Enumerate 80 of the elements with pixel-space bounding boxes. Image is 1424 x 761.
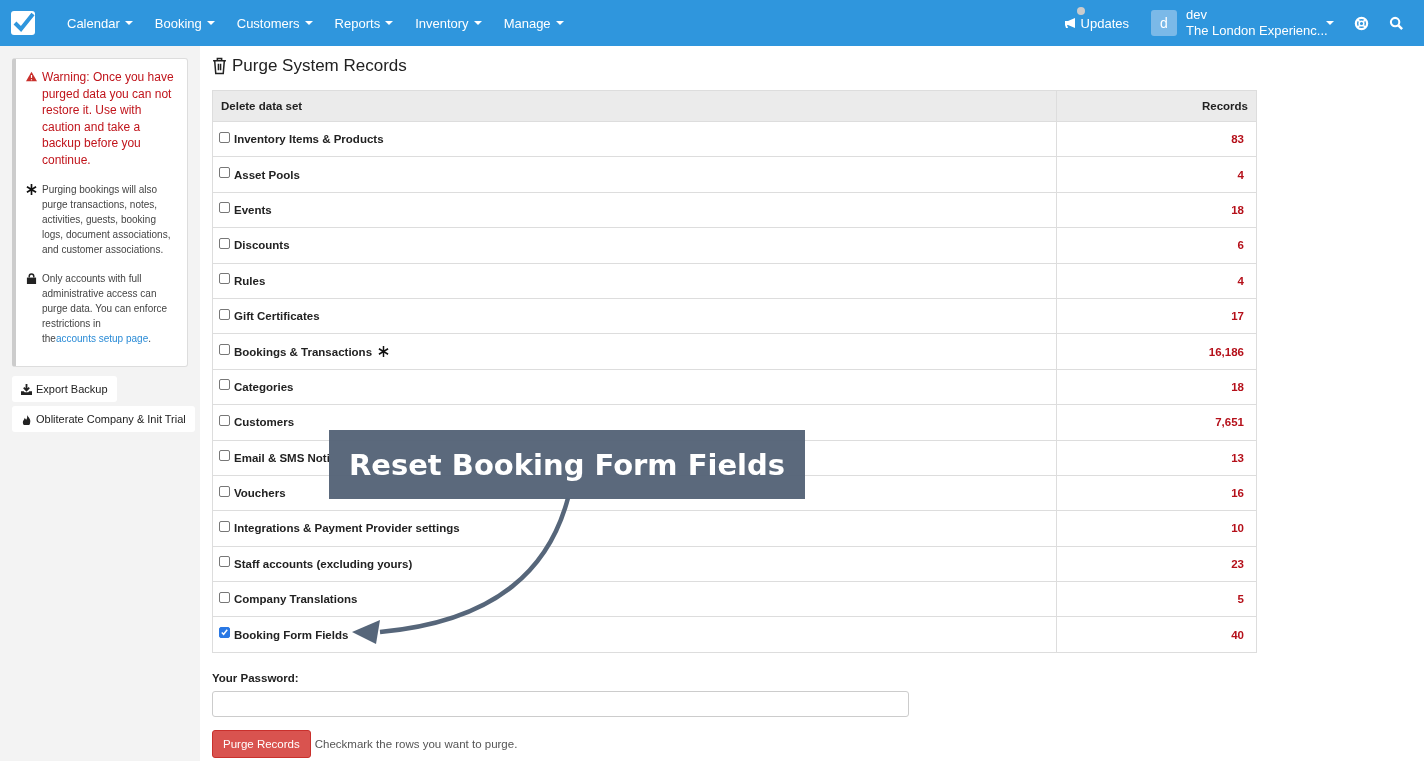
notification-dot (1077, 7, 1085, 15)
record-count: 13 (1231, 451, 1244, 464)
row-checkbox[interactable] (219, 202, 230, 214)
nav-menu[interactable]: Calendar (67, 15, 133, 31)
data-set-label: Staff accounts (excluding yours) (234, 557, 413, 570)
password-field[interactable] (212, 690, 909, 717)
row-checkbox[interactable] (219, 521, 230, 532)
note-text: Only accounts with full administrative access can purge data. You can enforce restrictions in theaccounts setup page. (42, 272, 169, 346)
warning-text: Warning: Once you have purged data you can not restore it. Use with caution and take a backup before you continue. (42, 69, 175, 168)
hint-text: Checkmark the rows you want to purge. (314, 737, 518, 750)
caret-icon[interactable] (1326, 21, 1334, 25)
nav-menu[interactable]: Inventory (415, 15, 482, 31)
company-name[interactable]: The London Experienc... (1186, 23, 1326, 39)
record-count: 7,651 (1215, 416, 1244, 429)
lock-icon (26, 273, 37, 284)
purge-button[interactable]: Purge Records (212, 729, 311, 758)
row-checkbox[interactable] (219, 485, 230, 497)
data-set-label: Events (234, 203, 272, 216)
data-set-label: Bookings & Transactions (234, 345, 373, 358)
row-checkbox[interactable] (219, 414, 230, 426)
sidebar-button[interactable]: Export Backup (12, 376, 117, 402)
user-name[interactable]: dev (1186, 7, 1326, 23)
data-set-label: Rules (234, 274, 266, 287)
flame-icon (21, 413, 32, 425)
user-avatar[interactable]: d (1151, 10, 1177, 36)
asterisk-icon (26, 184, 37, 195)
record-count: 18 (1231, 380, 1244, 393)
data-set-label: Vouchers (234, 487, 286, 500)
record-count: 16 (1231, 487, 1244, 500)
record-count: 18 (1231, 203, 1244, 216)
record-count: 4 (1237, 168, 1244, 181)
row-checkbox[interactable] (219, 379, 230, 391)
data-set-label: Booking Form Fields (234, 628, 349, 641)
row-checkbox[interactable] (219, 344, 230, 356)
data-set-label: Customers (234, 416, 295, 429)
data-set-label: Integrations & Payment Provider settings (234, 522, 460, 535)
help-icon[interactable] (1354, 15, 1369, 31)
search-icon[interactable] (1389, 15, 1404, 31)
password-label: Your Password: (212, 671, 300, 684)
nav-menu[interactable]: Manage (503, 15, 564, 31)
updates-link[interactable]: Updates (1063, 15, 1129, 31)
record-count: 10 (1231, 522, 1244, 535)
nav-menu[interactable]: Booking (154, 15, 215, 31)
row-checkbox[interactable] (219, 237, 230, 249)
sidebar-button[interactable]: Obliterate Company & Init Trial (12, 406, 195, 432)
row-checkbox[interactable] (219, 450, 230, 462)
record-count: 6 (1237, 239, 1244, 252)
record-count: 4 (1237, 274, 1244, 287)
data-set-label: Inventory Items & Products (234, 133, 384, 146)
column-header: Records (1056, 90, 1257, 122)
megaphone-icon (1063, 17, 1078, 29)
checkbox-logo-icon[interactable] (10, 10, 36, 36)
warning-icon (26, 71, 37, 82)
record-count: 40 (1231, 628, 1244, 641)
download-icon (21, 383, 32, 395)
row-checkbox[interactable] (219, 273, 230, 285)
nav-menu[interactable]: Reports (334, 15, 394, 31)
data-set-label: Company Translations (234, 593, 358, 606)
column-header: Delete data set (212, 90, 1057, 122)
callout-banner: Reset Booking Form Fields (329, 430, 805, 499)
row-checkbox[interactable] (219, 308, 230, 320)
data-set-label: Asset Pools (234, 168, 300, 181)
record-count: 17 (1231, 310, 1244, 323)
row-checkbox[interactable] (219, 131, 230, 143)
trash-icon (212, 57, 227, 75)
note-text: Purging bookings will also purge transactions, notes, activities, guests, booking logs, document associations, and customer associations. (42, 183, 172, 257)
row-checkbox[interactable] (219, 627, 230, 639)
data-set-label: Gift Certificates (234, 310, 320, 323)
data-set-label: Categories (234, 380, 294, 393)
row-checkbox[interactable] (219, 167, 230, 179)
record-count: 83 (1231, 133, 1244, 146)
record-count: 16,186 (1208, 345, 1244, 358)
row-checkbox[interactable] (219, 556, 230, 568)
nav-menu[interactable]: Customers (236, 15, 313, 31)
row-checkbox[interactable] (219, 591, 230, 603)
data-set-label: Discounts (234, 239, 290, 252)
record-count: 23 (1231, 557, 1244, 570)
record-count: 5 (1237, 593, 1244, 606)
page-title: Purge System Records (232, 56, 407, 76)
data-set-label: Email & SMS Noti (234, 451, 330, 464)
